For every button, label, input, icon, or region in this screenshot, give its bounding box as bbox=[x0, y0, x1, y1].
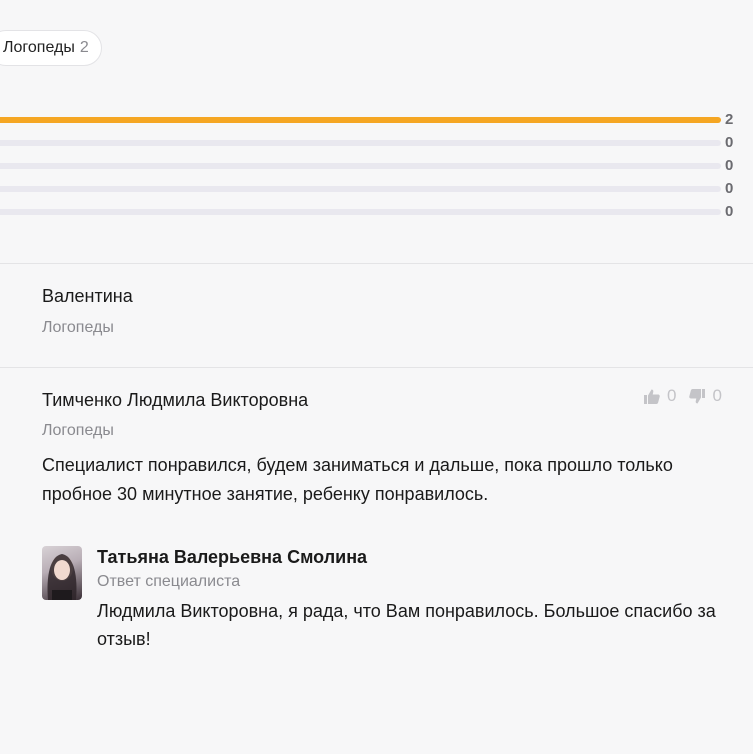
filter-chip-logopedy[interactable]: Логопеды 2 bbox=[0, 30, 102, 66]
rating-count: 0 bbox=[725, 134, 734, 151]
rating-row: 2 bbox=[0, 108, 753, 131]
rating-row: 0 bbox=[0, 154, 753, 177]
rating-row: 0 bbox=[0, 131, 753, 154]
rating-count: 0 bbox=[725, 180, 734, 197]
divider bbox=[0, 367, 753, 368]
rating-count: 0 bbox=[725, 203, 734, 220]
filter-chip-label: Логопеды bbox=[3, 39, 75, 56]
reply-author: Татьяна Валерьевна Смолина bbox=[97, 547, 368, 567]
avatar bbox=[42, 546, 82, 600]
review-author: Валентина bbox=[42, 286, 133, 306]
rating-row: 0 bbox=[0, 200, 753, 223]
reply-text: Людмила Викторовна, я рада, что Вам понр… bbox=[97, 601, 716, 649]
rating-bar-track bbox=[0, 209, 721, 215]
rating-bar-track bbox=[0, 140, 721, 146]
review-author: Тимченко Людмила Викторовна bbox=[42, 390, 309, 410]
review-votes: 0 0 bbox=[643, 386, 722, 406]
rating-count: 0 bbox=[725, 157, 734, 174]
rating-bar-track bbox=[0, 117, 721, 123]
rating-distribution: 2 0 0 0 0 bbox=[0, 108, 753, 223]
thumbs-down-icon bbox=[688, 388, 706, 405]
review-text: Специалист понравился, будем заниматься … bbox=[42, 455, 673, 504]
rating-bar-fill bbox=[0, 117, 721, 123]
dislike-button[interactable]: 0 bbox=[688, 386, 722, 406]
thumbs-up-icon bbox=[643, 388, 661, 405]
reply-role: Ответ специалиста bbox=[97, 573, 241, 590]
rating-row: 0 bbox=[0, 177, 753, 200]
review-category: Логопеды bbox=[42, 422, 114, 439]
rating-bar-track bbox=[0, 163, 721, 169]
like-count: 0 bbox=[667, 386, 677, 405]
rating-bar-track bbox=[0, 186, 721, 192]
review-category: Логопеды bbox=[42, 319, 114, 336]
rating-count: 2 bbox=[725, 111, 734, 128]
divider bbox=[0, 263, 753, 264]
filter-chip-count: 2 bbox=[79, 39, 89, 56]
dislike-count: 0 bbox=[712, 386, 722, 405]
like-button[interactable]: 0 bbox=[643, 386, 676, 406]
